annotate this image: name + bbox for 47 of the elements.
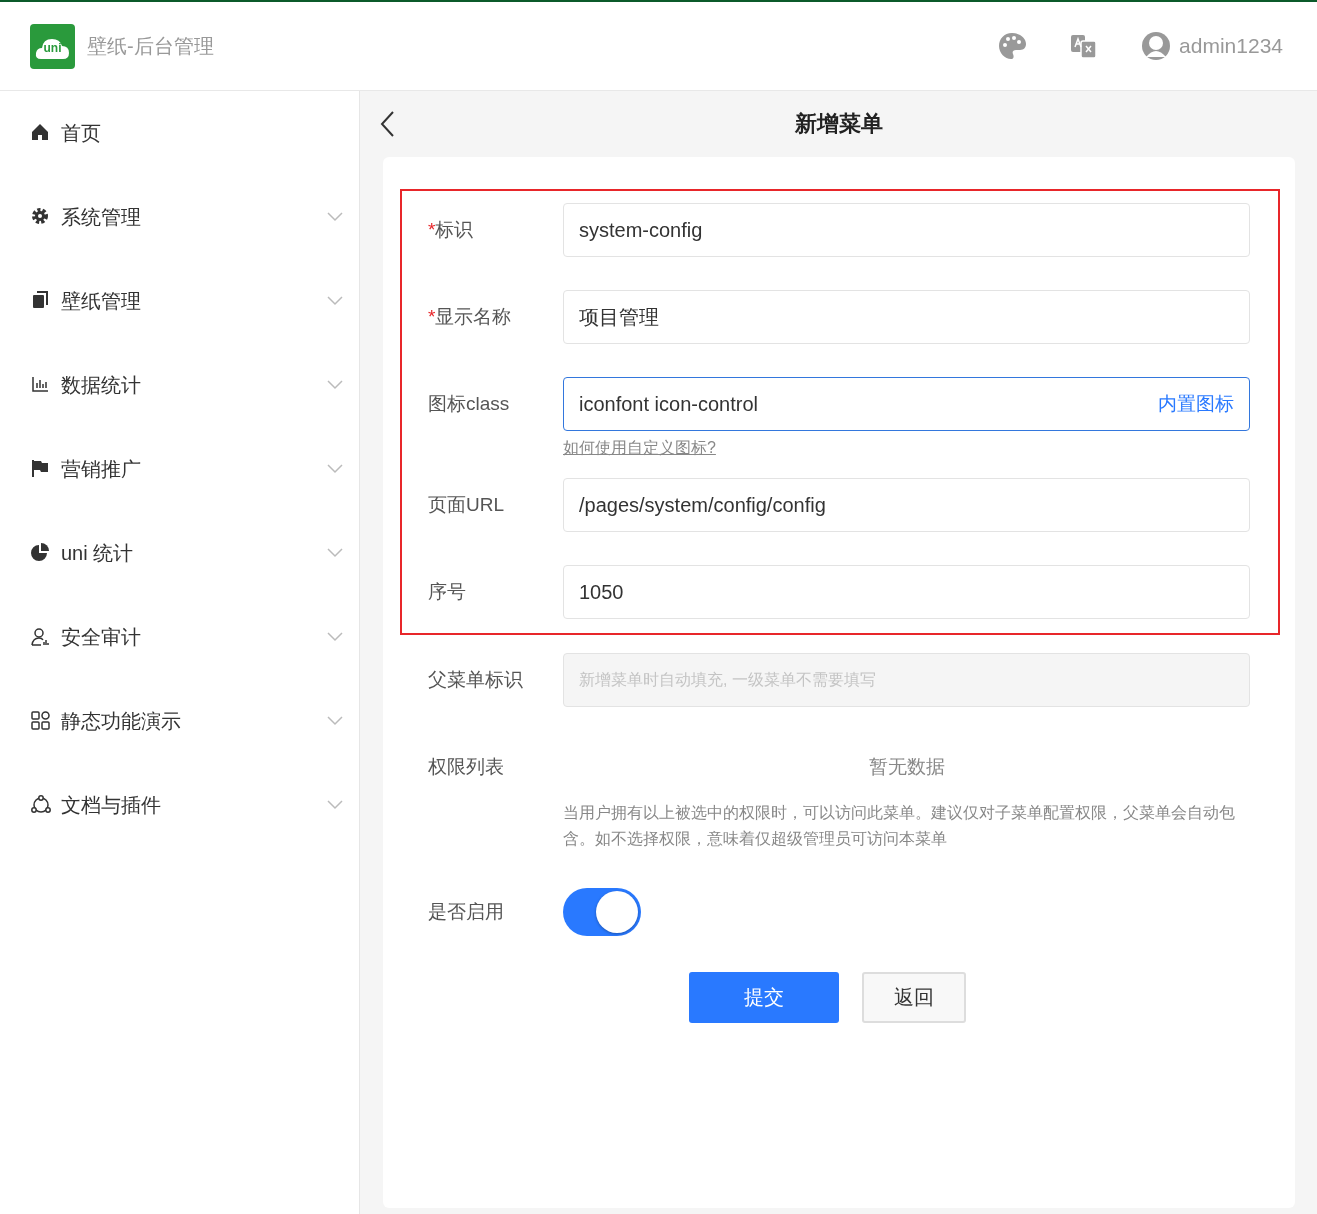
grid-icon bbox=[31, 711, 51, 731]
palette-icon bbox=[998, 32, 1027, 60]
toggle-switch[interactable] bbox=[563, 888, 641, 936]
clipboard-icon bbox=[31, 291, 51, 311]
help-text: 当用户拥有以上被选中的权限时，可以访问此菜单。建议仅对子菜单配置权限，父菜单会自动包含。如不选择权限，意味着仅超级管理员可访问本菜单 bbox=[563, 803, 1236, 849]
flag-icon bbox=[31, 459, 51, 479]
sidebar-item[interactable]: 数据统计 bbox=[0, 343, 359, 427]
input-field[interactable]: 项目管理 bbox=[563, 290, 1250, 344]
back-text-button[interactable]: 返回 bbox=[862, 972, 966, 1023]
empty-state-text: 暂无数据 bbox=[867, 755, 946, 779]
app-title: 壁纸-后台管理 bbox=[87, 33, 214, 59]
sidebar-item[interactable]: 安全审计 bbox=[0, 595, 359, 679]
help-link[interactable]: 如何使用自定义图标? bbox=[563, 437, 716, 459]
language-button[interactable] bbox=[1070, 33, 1098, 59]
sidebar-item[interactable]: 营销推广 bbox=[0, 427, 359, 511]
gear-icon bbox=[31, 207, 51, 227]
bar-chart-icon bbox=[31, 375, 51, 395]
sidebar-item[interactable]: uni 统计 bbox=[0, 511, 359, 595]
sidebar-item[interactable]: 首页 bbox=[0, 91, 359, 175]
sidebar-item[interactable]: 文档与插件 bbox=[0, 763, 359, 847]
translate-icon bbox=[1070, 33, 1098, 59]
pie-chart-icon bbox=[31, 543, 51, 563]
input-field[interactable]: /pages/system/config/config bbox=[563, 478, 1250, 532]
field-label: 页面URL bbox=[428, 493, 505, 517]
user-chart-icon bbox=[31, 627, 51, 647]
field-label: *显示名称 bbox=[428, 305, 513, 329]
sidebar-item[interactable]: 系统管理 bbox=[0, 175, 359, 259]
chevron-left-icon bbox=[380, 111, 395, 137]
field-label: 是否启用 bbox=[428, 900, 505, 924]
input-field[interactable]: system-config bbox=[563, 203, 1250, 257]
sidebar-item[interactable]: 壁纸管理 bbox=[0, 259, 359, 343]
page-title: 新增菜单 bbox=[793, 110, 884, 138]
network-icon bbox=[31, 795, 51, 815]
icon-picker-link[interactable]: 内置图标 bbox=[1158, 377, 1234, 431]
field-label: 权限列表 bbox=[428, 755, 505, 779]
field-label: 图标class bbox=[428, 392, 511, 416]
theme-button[interactable] bbox=[998, 32, 1027, 60]
home-icon bbox=[31, 123, 51, 143]
field-label: 序号 bbox=[428, 580, 467, 604]
sidebar-item[interactable]: 静态功能演示 bbox=[0, 679, 359, 763]
input-field[interactable]: 1050 bbox=[563, 565, 1250, 619]
back-button[interactable] bbox=[380, 111, 395, 137]
field-label: 父菜单标识 bbox=[428, 668, 524, 692]
field-label: *标识 bbox=[428, 218, 475, 242]
submit-button[interactable]: 提交 bbox=[689, 972, 839, 1023]
user-avatar-icon bbox=[1141, 31, 1172, 61]
logo-text: uni bbox=[43, 41, 62, 55]
